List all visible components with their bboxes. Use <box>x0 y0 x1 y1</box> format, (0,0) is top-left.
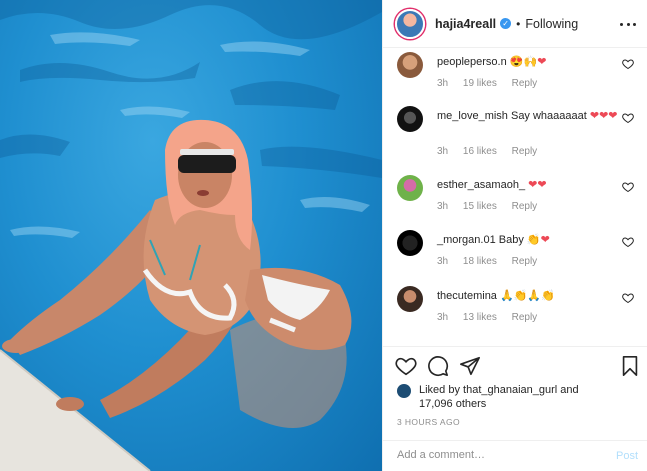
author-avatar[interactable] <box>395 8 425 39</box>
commenter-avatar[interactable] <box>397 286 423 312</box>
comment-text: Baby <box>495 234 524 246</box>
more-options-icon[interactable] <box>620 16 636 32</box>
commenter-username[interactable]: esther_asamaoh_ <box>437 179 525 191</box>
comment-heart-icon[interactable] <box>622 236 634 248</box>
post-comment-button[interactable]: Post <box>616 450 638 462</box>
reply-button[interactable]: Reply <box>512 78 538 89</box>
add-comment-input[interactable] <box>397 449 597 461</box>
comment-body: peopleperso.n 😍🙌❤ <box>437 55 627 70</box>
comment-text: Say whaaaaaat <box>507 110 587 122</box>
liked-by-suffix: and <box>557 384 579 396</box>
liked-by-prefix: Liked by <box>419 384 464 396</box>
commenter-avatar[interactable] <box>397 106 423 132</box>
comment-time[interactable]: 3h <box>437 312 448 323</box>
comment-body: _morgan.01 Baby 👏❤ <box>437 233 627 248</box>
comment-emoji: 😍🙌❤ <box>509 56 547 68</box>
comment-emoji: ❤❤❤ <box>589 110 618 122</box>
commenter-username[interactable]: _morgan.01 <box>437 234 496 246</box>
comment-emoji: 🙏👏🙏👏 <box>500 290 555 302</box>
comment-time[interactable]: 3h <box>437 201 448 212</box>
commenter-username[interactable]: peopleperso.n <box>437 56 507 68</box>
post-image[interactable] <box>0 0 382 471</box>
comment-meta: 3h 19 likes Reply <box>437 78 549 89</box>
comment-heart-icon[interactable] <box>622 112 634 124</box>
post-photo-illustration <box>0 0 382 471</box>
comment-time[interactable]: 3h <box>437 146 448 157</box>
comment-time[interactable]: 3h <box>437 78 448 89</box>
comment-emoji: 👏❤ <box>526 234 550 246</box>
comments-list[interactable]: peopleperso.n 😍🙌❤ 3h 19 likes Reply me_l… <box>383 48 647 346</box>
commenter-username[interactable]: thecutemina <box>437 290 497 302</box>
post-header: hajia4reall ✓ • Following <box>383 0 647 48</box>
commenter-avatar[interactable] <box>397 230 423 256</box>
commenter-username[interactable]: me_love_mish <box>437 110 508 122</box>
post-side-panel: hajia4reall ✓ • Following peopleperso.n … <box>382 0 647 471</box>
verified-badge-icon: ✓ <box>500 18 512 29</box>
comment-emoji: ❤❤ <box>528 179 547 191</box>
reply-button[interactable]: Reply <box>512 256 538 267</box>
add-comment-bar: Post <box>383 440 647 471</box>
comment-likes[interactable]: 15 likes <box>463 201 497 212</box>
share-icon[interactable] <box>459 355 481 377</box>
comment-likes[interactable]: 19 likes <box>463 78 497 89</box>
post-timestamp[interactable]: 3 HOURS AGO <box>397 417 460 427</box>
liked-by-user-link[interactable]: that_ghanaian_gurl <box>463 384 557 396</box>
comment-heart-icon[interactable] <box>622 58 634 70</box>
post-actions: Liked by that_ghanaian_gurl and 17,096 o… <box>383 346 647 471</box>
liked-by-summary: Liked by that_ghanaian_gurl and 17,096 o… <box>397 383 637 411</box>
comment-heart-icon[interactable] <box>622 292 634 304</box>
header-separator: • <box>516 16 521 31</box>
comment-heart-icon[interactable] <box>622 181 634 193</box>
liked-by-others-link[interactable]: 17,096 others <box>419 398 486 410</box>
comment-time[interactable]: 3h <box>437 256 448 267</box>
comment-likes[interactable]: 18 likes <box>463 256 497 267</box>
reply-button[interactable]: Reply <box>512 312 538 323</box>
comment-meta: 3h 13 likes Reply <box>437 312 549 323</box>
author-username[interactable]: hajia4reall <box>435 17 496 31</box>
comment-meta: 3h 18 likes Reply <box>437 256 549 267</box>
bookmark-icon[interactable] <box>619 355 641 377</box>
comment-likes[interactable]: 16 likes <box>463 146 497 157</box>
reply-button[interactable]: Reply <box>512 146 538 157</box>
comment-body: thecutemina 🙏👏🙏👏 <box>437 289 627 304</box>
comment-meta: 3h 15 likes Reply <box>437 201 549 212</box>
comment-likes[interactable]: 13 likes <box>463 312 497 323</box>
reply-button[interactable]: Reply <box>512 201 538 212</box>
comment-meta: 3h 16 likes Reply <box>437 146 549 157</box>
commenter-avatar[interactable] <box>397 52 423 78</box>
comment-body: me_love_mish Say whaaaaaat ❤❤❤ <box>437 109 627 124</box>
comment-body: esther_asamaoh_ ❤❤ <box>437 178 627 193</box>
commenter-avatar[interactable] <box>397 175 423 201</box>
following-button[interactable]: Following <box>525 17 578 31</box>
heart-icon[interactable] <box>395 355 417 377</box>
comment-icon[interactable] <box>427 355 449 377</box>
liked-by-avatar[interactable] <box>397 384 411 398</box>
